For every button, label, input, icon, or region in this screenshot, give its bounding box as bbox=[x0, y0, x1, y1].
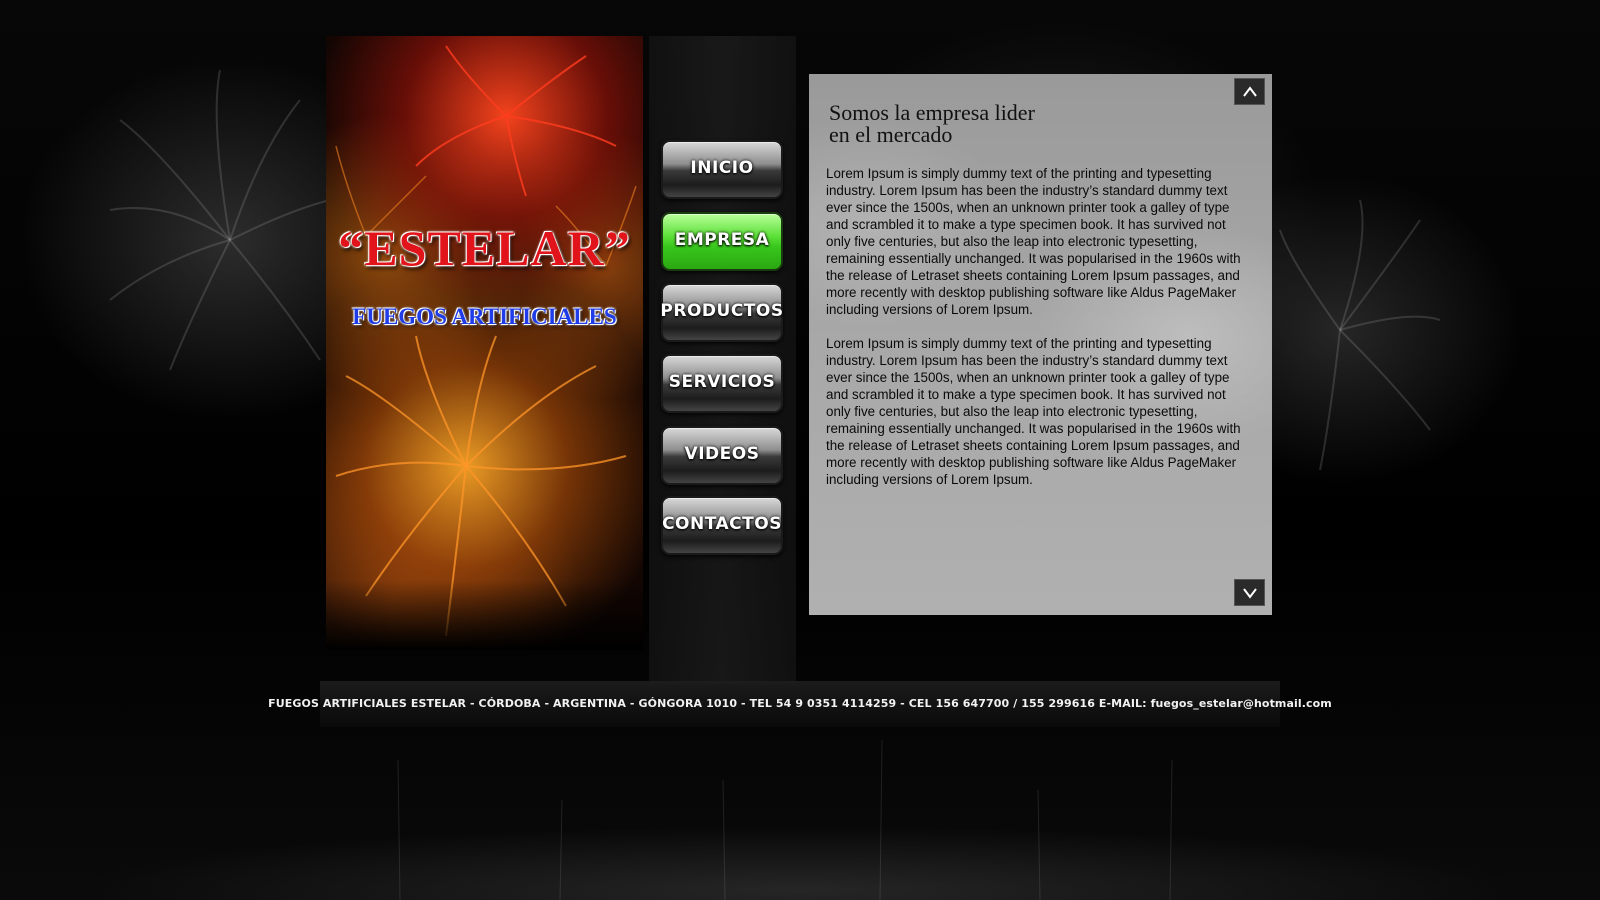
fireworks-illustration bbox=[335, 45, 637, 637]
nav-button-productos[interactable]: PRODUCTOS bbox=[660, 283, 783, 342]
hero-fireworks-panel: “ESTELAR” FUEGOS ARTIFICIALES bbox=[326, 36, 643, 650]
nav-button-videos[interactable]: VIDEOS bbox=[661, 426, 783, 485]
scroll-down-button[interactable] bbox=[1234, 579, 1265, 606]
nav-button-inicio[interactable]: INICIO bbox=[661, 140, 783, 199]
content-body: Lorem Ipsum is simply dummy text of the … bbox=[826, 165, 1246, 505]
nav-button-empresa[interactable]: EMPRESA bbox=[661, 212, 783, 271]
nav-button-contactos[interactable]: CONTACTOS bbox=[661, 496, 783, 555]
chevron-down-icon bbox=[1242, 587, 1257, 599]
content-panel: Somos la empresa lider en el mercado Lor… bbox=[809, 74, 1272, 615]
brand-subtitle: FUEGOS ARTIFICIALES bbox=[352, 304, 617, 329]
scroll-up-button[interactable] bbox=[1234, 78, 1265, 105]
content-paragraph: Lorem Ipsum is simply dummy text of the … bbox=[826, 166, 1241, 317]
page: “ESTELAR” FUEGOS ARTIFICIALES INICIO EMP… bbox=[0, 0, 1600, 900]
main-nav: INICIO EMPRESA PRODUCTOS SERVICIOS VIDEO… bbox=[649, 36, 796, 684]
brand-title: “ESTELAR” bbox=[338, 220, 631, 276]
chevron-up-icon bbox=[1242, 85, 1257, 97]
background-fireworks-image bbox=[109, 69, 1441, 900]
footer-contact-text: FUEGOS ARTIFICIALES ESTELAR - CÓRDOBA - … bbox=[268, 697, 1332, 710]
content-paragraph: Lorem Ipsum is simply dummy text of the … bbox=[826, 336, 1241, 487]
nav-button-servicios[interactable]: SERVICIOS bbox=[661, 354, 783, 413]
content-title: Somos la empresa lider en el mercado bbox=[829, 100, 1035, 147]
